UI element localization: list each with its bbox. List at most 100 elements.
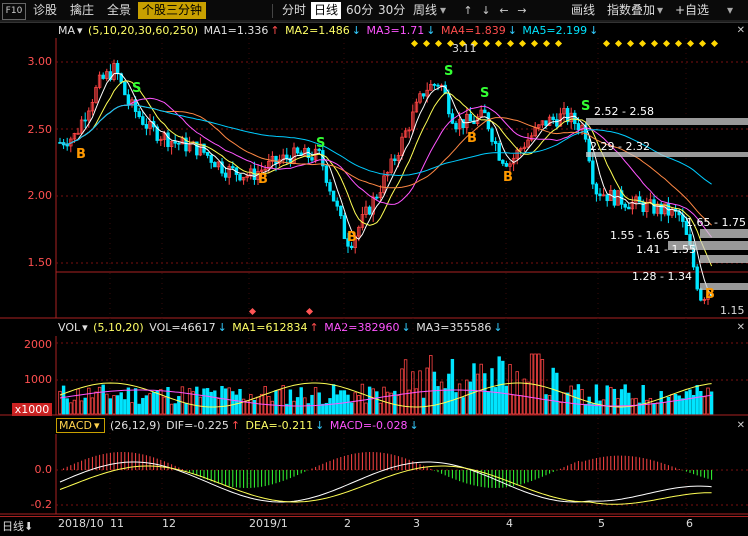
volume-bar (108, 398, 113, 415)
volume-bar (663, 402, 667, 415)
candle-body (652, 199, 656, 214)
volume-bar (673, 393, 678, 415)
candle-body (594, 183, 599, 195)
volume-bar (87, 387, 91, 415)
volume-bar (468, 381, 473, 415)
candle-body (695, 266, 699, 290)
volume-bar (699, 391, 703, 415)
signal-diamond (494, 39, 503, 48)
volume-bar (83, 397, 87, 415)
candle-body (576, 123, 581, 131)
candle-body (173, 141, 177, 144)
price-zone-bar (586, 118, 748, 125)
volume-bar (515, 371, 519, 415)
volume-bar (457, 383, 462, 415)
volume-bar (493, 387, 498, 415)
volume-bar (155, 390, 159, 415)
volume-bar (702, 396, 707, 415)
volume-bar (148, 393, 152, 415)
volume-bar (652, 403, 656, 415)
volume-bar (537, 353, 541, 415)
signal-diamond (602, 39, 611, 48)
volume-bar (90, 397, 95, 415)
volume-bar (688, 389, 692, 415)
candle-body (497, 143, 501, 161)
signal-diamond (650, 39, 659, 48)
volume-bar (421, 397, 426, 415)
candle-body (331, 190, 336, 202)
volume-bar (101, 384, 105, 415)
candle-body (490, 128, 494, 142)
volume-bar (670, 394, 674, 415)
zone-label: 2.29 - 2.32 (590, 140, 650, 153)
volume-bar (666, 396, 671, 415)
candle-body (339, 205, 343, 217)
candle-body (335, 200, 339, 207)
volume-bar (558, 402, 563, 415)
volume-bar (317, 392, 321, 415)
volume-bar (627, 392, 631, 415)
candle-body (324, 165, 329, 183)
volume-bar (249, 394, 253, 415)
volume-bar (137, 403, 141, 415)
candle-body (205, 152, 210, 156)
volume-bar (227, 387, 231, 415)
candle-body (591, 160, 595, 185)
candle-body (454, 122, 458, 130)
volume-bar (173, 403, 177, 415)
period-label[interactable]: 日线⬇ (2, 518, 33, 534)
volume-bar (346, 394, 350, 415)
volume-bar (544, 394, 548, 415)
candle-body (101, 74, 105, 79)
candle-body (436, 84, 440, 87)
candle-body (274, 155, 278, 164)
volume-bar (223, 388, 228, 415)
price-zone-bar (700, 229, 748, 238)
candle-body (349, 245, 354, 249)
signal-diamond (614, 39, 623, 48)
volume-bar (547, 395, 552, 415)
candle-body (421, 93, 426, 97)
volume-bar (328, 398, 332, 415)
volume-bar (130, 402, 134, 415)
volume-bar (648, 397, 653, 415)
volume-bar (169, 403, 174, 415)
volume-bar (465, 379, 469, 415)
signal-diamond (698, 39, 707, 48)
volume-bar (299, 387, 303, 415)
volume-bar (623, 384, 627, 415)
candle-body (295, 147, 300, 154)
kline-chart[interactable]: B B B B B B S S S S S (0, 0, 748, 535)
volume-bar (609, 386, 613, 415)
volume-bar (69, 402, 73, 415)
volume-bar (706, 387, 710, 415)
volume-bar (677, 395, 681, 415)
volume-bar (274, 390, 278, 415)
candle-body (213, 162, 217, 168)
volume-bar (331, 384, 336, 415)
candle-body (468, 113, 473, 122)
volume-bar (133, 388, 138, 415)
volume-bar (555, 372, 559, 415)
price-zone-bar (700, 255, 748, 263)
candle-body (598, 193, 602, 197)
candle-body (231, 166, 235, 169)
volume-bar (490, 368, 494, 415)
zone-label: 1.55 - 1.65 (610, 229, 670, 242)
signal-diamond (422, 39, 431, 48)
buy-signal: B (503, 170, 513, 185)
volume-bar (562, 392, 566, 415)
candle-body (555, 119, 559, 127)
volume-bar (184, 402, 188, 415)
volume-bar (565, 392, 570, 415)
candle-body (501, 159, 505, 164)
volume-bar (501, 360, 505, 415)
volume-bar (508, 364, 512, 415)
volume-bar (159, 389, 163, 415)
date-label: 5 (598, 517, 605, 530)
volume-bar (202, 388, 206, 415)
volume-bar (306, 403, 311, 415)
volume-bar (443, 388, 447, 415)
volume-bar (65, 398, 69, 415)
volume-bar (360, 383, 365, 415)
